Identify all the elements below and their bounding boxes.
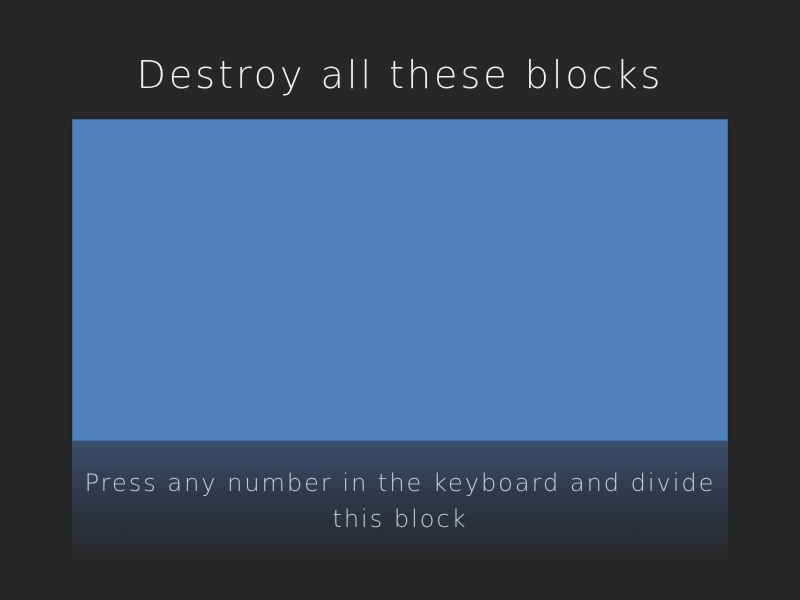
target-block[interactable] (72, 119, 728, 441)
game-stage: Destroy all these blocks Press any numbe… (0, 0, 800, 600)
game-title: Destroy all these blocks (136, 53, 664, 97)
instruction-text: Press any number in the keyboard and div… (84, 469, 716, 533)
